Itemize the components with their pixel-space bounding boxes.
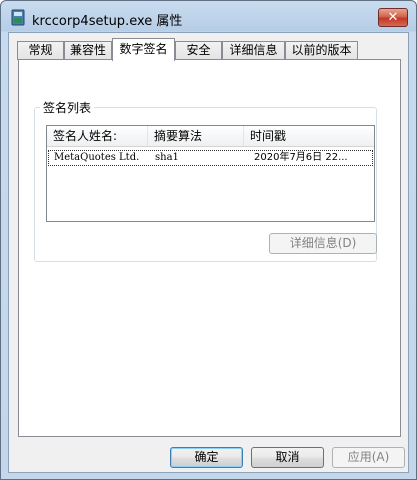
list-item[interactable]: MetaQuotes Ltd. sha1 2020年7月6日 22... [48,150,373,166]
apply-button[interactable]: 应用(A) [332,447,405,468]
properties-dialog: krccorp4setup.exe 属性 ✕ 常规 兼容性 数字签名 安全 详细… [0,0,417,480]
tab-security[interactable]: 安全 [175,41,222,60]
column-header-digest[interactable]: 摘要算法 [148,126,244,146]
column-header-timestamp[interactable]: 时间戳 [244,126,374,146]
signature-list[interactable]: 签名人姓名: 摘要算法 时间戳 MetaQuotes Ltd. sha1 202… [46,125,375,222]
application-icon [11,9,25,26]
close-button[interactable]: ✕ [378,8,408,27]
timestamp-cell: 2020年7月6日 22... [254,152,348,163]
tab-digital-signatures[interactable]: 数字签名 [112,38,175,61]
signer-cell: MetaQuotes Ltd. [54,152,140,163]
cancel-button[interactable]: 取消 [251,447,324,468]
column-header-signer[interactable]: 签名人姓名: [47,126,148,146]
tab-strip: 常规 兼容性 数字签名 安全 详细信息 以前的版本 [17,38,407,61]
tab-details[interactable]: 详细信息 [222,41,285,60]
tab-previous-versions[interactable]: 以前的版本 [285,41,358,60]
digest-cell: sha1 [155,152,179,163]
tab-compatibility[interactable]: 兼容性 [64,41,112,60]
details-button[interactable]: 详细信息(D) [269,233,377,254]
dialog-client-area: 常规 兼容性 数字签名 安全 详细信息 以前的版本 签名列表 签名人姓名: 摘要… [8,32,409,473]
tab-general[interactable]: 常规 [17,41,64,60]
list-header: 签名人姓名: 摘要算法 时间戳 [47,126,374,147]
digital-signatures-panel: 签名列表 签名人姓名: 摘要算法 时间戳 MetaQuotes Ltd. sha… [18,59,401,437]
signature-list-legend: 签名列表 [40,99,95,116]
ok-button[interactable]: 确定 [170,447,243,468]
window-title: krccorp4setup.exe 属性 [32,14,183,29]
signature-list-group: 签名列表 签名人姓名: 摘要算法 时间戳 MetaQuotes Ltd. sha… [34,99,377,262]
title-bar[interactable]: krccorp4setup.exe 属性 ✕ [1,1,416,32]
